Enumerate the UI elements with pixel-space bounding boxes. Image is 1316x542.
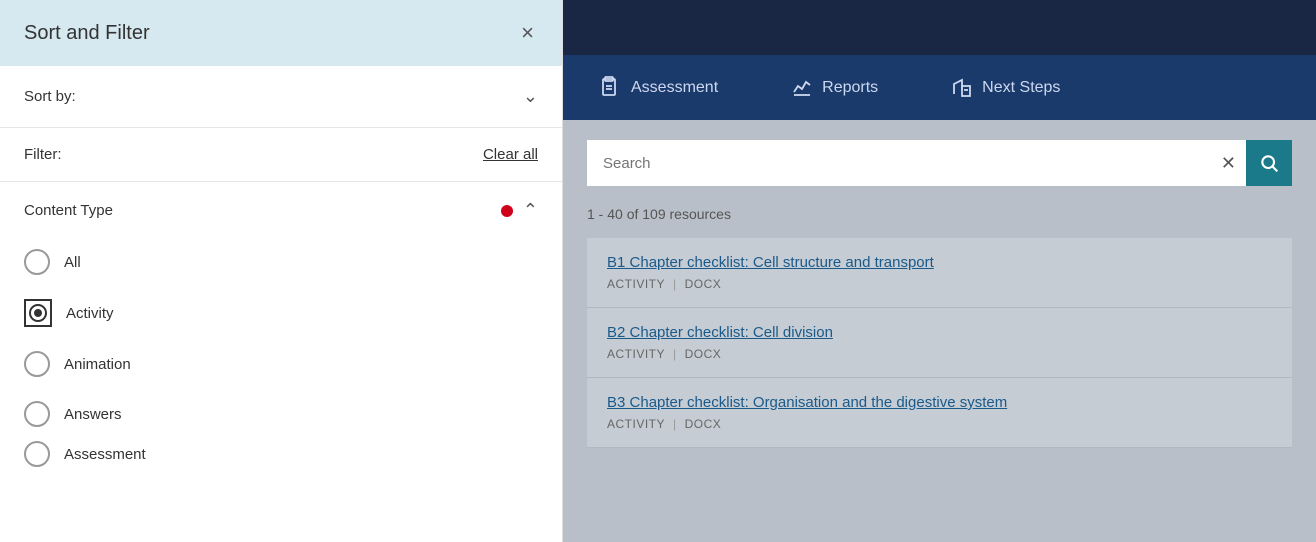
sort-section[interactable]: Sort by: ⌄ bbox=[0, 66, 562, 128]
content-area: ✕ 1 - 40 of 109 resources B1 Chapter che… bbox=[563, 120, 1316, 542]
content-type-label: Content Type bbox=[24, 202, 113, 219]
next-steps-icon bbox=[950, 76, 974, 100]
radio-assessment-label: Assessment bbox=[64, 446, 146, 463]
active-filter-dot bbox=[501, 205, 513, 217]
right-panel: Assessment Reports Next Steps ✕ bbox=[563, 0, 1316, 542]
resource-type: ACTIVITY bbox=[607, 417, 665, 431]
radio-answers-label: Answers bbox=[64, 406, 122, 423]
nav-reports-label: Reports bbox=[822, 79, 878, 97]
search-icon bbox=[1259, 153, 1279, 173]
radio-activity-label: Activity bbox=[66, 305, 114, 322]
panel-header: Sort and Filter × bbox=[0, 0, 562, 66]
list-item[interactable]: Assessment bbox=[24, 439, 538, 469]
search-input[interactable] bbox=[587, 155, 1211, 172]
radio-all-icon bbox=[24, 249, 50, 275]
filter-section: Filter: Clear all bbox=[0, 128, 562, 182]
reports-icon bbox=[790, 76, 814, 100]
radio-animation-label: Animation bbox=[64, 356, 131, 373]
radio-all-label: All bbox=[64, 254, 81, 271]
nav-next-steps-label: Next Steps bbox=[982, 79, 1060, 97]
content-type-section: Content Type ⌃ All Activity bbox=[0, 182, 562, 479]
resource-meta: ACTIVITY | DOCX bbox=[607, 277, 1272, 291]
resource-meta: ACTIVITY | DOCX bbox=[607, 347, 1272, 361]
content-type-controls: ⌃ bbox=[501, 200, 538, 221]
radio-activity-inner bbox=[29, 304, 47, 322]
sort-chevron-down-icon: ⌄ bbox=[523, 86, 538, 107]
meta-divider: | bbox=[673, 347, 677, 361]
resource-format: DOCX bbox=[685, 347, 722, 361]
results-count: 1 - 40 of 109 resources bbox=[587, 202, 1292, 226]
resource-list: B1 Chapter checklist: Cell structure and… bbox=[587, 238, 1292, 448]
nav-assessment-label: Assessment bbox=[631, 79, 718, 97]
sort-label: Sort by: bbox=[24, 88, 76, 105]
resource-title: B3 Chapter checklist: Organisation and t… bbox=[607, 394, 1272, 411]
content-type-options: All Activity Animation Answers bbox=[24, 237, 538, 469]
clear-all-button[interactable]: Clear all bbox=[483, 146, 538, 163]
search-clear-button[interactable]: ✕ bbox=[1211, 145, 1246, 182]
meta-divider: | bbox=[673, 417, 677, 431]
close-button[interactable]: × bbox=[517, 18, 538, 48]
list-item[interactable]: All bbox=[24, 237, 538, 287]
list-item[interactable]: B3 Chapter checklist: Organisation and t… bbox=[587, 378, 1292, 448]
radio-answers-icon bbox=[24, 401, 50, 427]
resource-title: B2 Chapter checklist: Cell division bbox=[607, 324, 1272, 341]
content-type-header: Content Type ⌃ bbox=[24, 200, 538, 221]
meta-divider: | bbox=[673, 277, 677, 291]
list-item[interactable]: B2 Chapter checklist: Cell division ACTI… bbox=[587, 308, 1292, 378]
resource-format: DOCX bbox=[685, 417, 722, 431]
list-item[interactable]: Answers bbox=[24, 389, 538, 439]
search-bar: ✕ bbox=[587, 140, 1292, 186]
nav-item-next-steps[interactable]: Next Steps bbox=[914, 55, 1096, 120]
assessment-icon bbox=[599, 76, 623, 100]
list-item[interactable]: Animation bbox=[24, 339, 538, 389]
panel-title: Sort and Filter bbox=[24, 22, 150, 45]
radio-assessment-icon bbox=[24, 441, 50, 467]
list-item[interactable]: B1 Chapter checklist: Cell structure and… bbox=[587, 238, 1292, 308]
radio-animation-icon bbox=[24, 351, 50, 377]
sort-filter-panel: Sort and Filter × Sort by: ⌄ Filter: Cle… bbox=[0, 0, 563, 542]
nav-item-assessment[interactable]: Assessment bbox=[563, 55, 754, 120]
nav-bar: Assessment Reports Next Steps bbox=[563, 55, 1316, 120]
filter-label: Filter: bbox=[24, 146, 62, 163]
panel-content: Sort by: ⌄ Filter: Clear all Content Typ… bbox=[0, 66, 562, 542]
resource-title: B1 Chapter checklist: Cell structure and… bbox=[607, 254, 1272, 271]
resource-meta: ACTIVITY | DOCX bbox=[607, 417, 1272, 431]
content-type-chevron-up-icon[interactable]: ⌃ bbox=[523, 200, 538, 221]
radio-activity-icon bbox=[24, 299, 52, 327]
search-submit-button[interactable] bbox=[1246, 140, 1292, 186]
resource-format: DOCX bbox=[685, 277, 722, 291]
resource-type: ACTIVITY bbox=[607, 277, 665, 291]
nav-item-reports[interactable]: Reports bbox=[754, 55, 914, 120]
resource-type: ACTIVITY bbox=[607, 347, 665, 361]
top-bar bbox=[563, 0, 1316, 55]
list-item[interactable]: Activity bbox=[24, 287, 538, 339]
